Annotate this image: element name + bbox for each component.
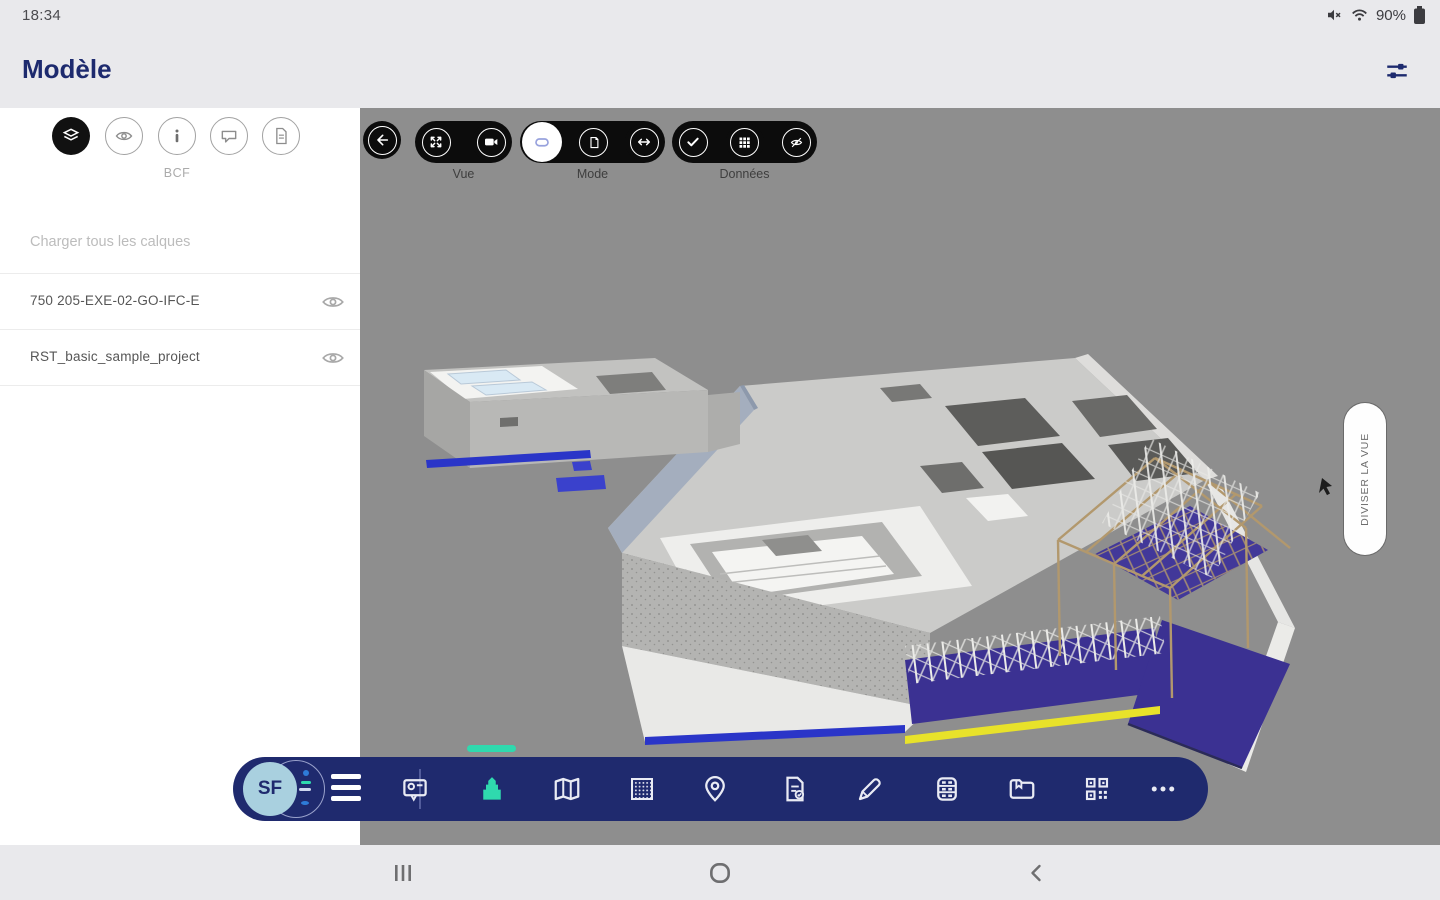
layer-name: RST_basic_sample_project bbox=[30, 349, 200, 364]
eye-off-icon bbox=[790, 137, 802, 147]
media-viewer-icon bbox=[403, 779, 427, 802]
active-tab-label: BCF bbox=[163, 166, 191, 180]
visibility-eye-icon[interactable] bbox=[320, 345, 346, 371]
divider bbox=[0, 385, 360, 386]
mode-group bbox=[520, 121, 665, 163]
back-arrow-icon bbox=[377, 134, 389, 146]
annotate-button[interactable] bbox=[855, 774, 885, 804]
comment-icon bbox=[221, 130, 237, 143]
layer-name: 750 205-EXE-02-GO-IFC-E bbox=[30, 293, 200, 308]
document-edit-icon bbox=[786, 776, 805, 802]
layers-icon bbox=[62, 128, 80, 141]
map-icon bbox=[554, 777, 580, 801]
filter-settings-button[interactable] bbox=[1380, 54, 1414, 88]
copy-document-icon bbox=[590, 136, 599, 148]
camera-view-button[interactable] bbox=[472, 123, 510, 161]
model-3d-canvas[interactable] bbox=[360, 108, 1440, 845]
pattern-icon bbox=[631, 778, 653, 800]
clock: 18:34 bbox=[22, 7, 62, 24]
documents-button[interactable] bbox=[1007, 774, 1037, 804]
qr-code-icon bbox=[1085, 777, 1109, 801]
cursor-pointer bbox=[1319, 478, 1332, 496]
expand-icon bbox=[430, 136, 442, 148]
document-icon bbox=[276, 127, 287, 145]
camera-icon bbox=[485, 138, 498, 146]
wifi-icon bbox=[1352, 9, 1367, 21]
sidebar-tab-comments[interactable] bbox=[210, 117, 248, 155]
map-button[interactable] bbox=[552, 774, 582, 804]
mode-document-button[interactable] bbox=[574, 123, 613, 161]
android-navigation-bar bbox=[0, 845, 1440, 900]
viewer-back-button[interactable] bbox=[363, 121, 401, 159]
mute-icon bbox=[1327, 9, 1341, 21]
layer-row[interactable]: RST_basic_sample_project bbox=[0, 330, 360, 385]
bottom-toolbar: SF bbox=[233, 745, 1208, 821]
sliders-icon bbox=[1387, 63, 1407, 79]
split-view-button[interactable]: DIVISER LA VUE bbox=[1344, 403, 1386, 555]
mode-group-label: Mode bbox=[576, 167, 609, 181]
mode-swap-button[interactable] bbox=[625, 123, 663, 161]
active-tab-indicator bbox=[467, 745, 516, 752]
back-icon bbox=[1031, 864, 1041, 882]
home-icon bbox=[710, 863, 730, 883]
visibility-eye-icon[interactable] bbox=[320, 289, 346, 315]
battery-icon bbox=[1414, 6, 1425, 24]
donnees-group bbox=[672, 121, 817, 163]
check-icon bbox=[687, 137, 699, 147]
avatar[interactable]: SF bbox=[243, 762, 297, 816]
fullscreen-button[interactable] bbox=[417, 123, 455, 161]
more-button[interactable] bbox=[1148, 774, 1178, 804]
sidebar-tab-view[interactable] bbox=[105, 117, 143, 155]
vue-group bbox=[415, 121, 512, 163]
status-bar: 18:34 90% bbox=[0, 0, 1440, 32]
info-icon bbox=[175, 129, 179, 143]
location-pin-icon bbox=[705, 776, 725, 802]
donnees-group-label: Données bbox=[719, 167, 770, 181]
load-all-layers-button[interactable]: Charger tous les calques bbox=[30, 234, 190, 250]
swap-horizontal-icon bbox=[637, 138, 651, 146]
data-check-button[interactable] bbox=[674, 123, 712, 161]
grid-icon bbox=[739, 137, 750, 148]
app-header: Modèle bbox=[0, 32, 1440, 108]
forms-button[interactable] bbox=[780, 774, 810, 804]
database-button[interactable] bbox=[932, 774, 962, 804]
media-viewer-button[interactable] bbox=[400, 774, 430, 804]
model-3d-icon bbox=[535, 138, 549, 147]
home-button[interactable] bbox=[703, 857, 737, 889]
hamburger-icon bbox=[331, 774, 361, 779]
building-icon bbox=[483, 777, 501, 800]
sidebar-tab-documents[interactable] bbox=[262, 117, 300, 155]
location-button[interactable] bbox=[700, 774, 730, 804]
more-icon bbox=[1151, 786, 1175, 792]
page-title: Modèle bbox=[22, 54, 112, 84]
qr-scan-button[interactable] bbox=[1082, 774, 1112, 804]
split-view-label: DIVISER LA VUE bbox=[1359, 432, 1371, 526]
sidebar-tab-info[interactable] bbox=[158, 117, 196, 155]
model-tab-button[interactable] bbox=[477, 774, 507, 804]
folder-icon bbox=[1009, 779, 1035, 799]
data-grid-button[interactable] bbox=[725, 123, 764, 161]
model-viewport[interactable]: Vue Mode Données DIVISER LA VUE bbox=[360, 108, 1440, 845]
data-hide-button[interactable] bbox=[777, 123, 815, 161]
layer-row[interactable]: 750 205-EXE-02-GO-IFC-E bbox=[0, 274, 360, 329]
recents-button[interactable] bbox=[386, 857, 420, 889]
menu-button[interactable] bbox=[331, 774, 363, 804]
vue-group-label: Vue bbox=[452, 167, 475, 181]
view-icon bbox=[115, 131, 133, 141]
sidebar-tab-layers[interactable] bbox=[52, 117, 90, 155]
back-nav-button[interactable] bbox=[1020, 857, 1054, 889]
sidebar-panel: BCF Charger tous les calques 750 205-EXE… bbox=[0, 108, 360, 845]
pattern-button[interactable] bbox=[627, 774, 657, 804]
recents-icon bbox=[395, 865, 411, 881]
battery-percent: 90% bbox=[1375, 6, 1406, 24]
database-icon bbox=[937, 777, 957, 801]
mode-3d-button[interactable] bbox=[522, 122, 562, 162]
pen-icon bbox=[858, 778, 881, 801]
